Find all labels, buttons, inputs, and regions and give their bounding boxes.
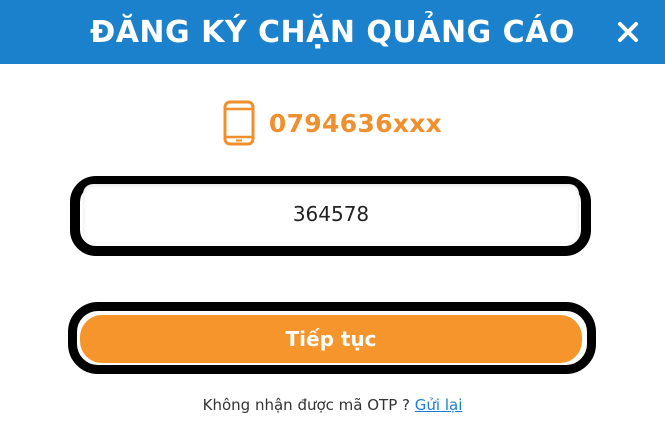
- dialog-header: ĐĂNG KÝ CHẶN QUẢNG CÁO: [0, 0, 665, 64]
- mobile-phone-icon: [223, 100, 255, 146]
- phone-number: 0794636xxx: [268, 108, 443, 138]
- continue-button[interactable]: Tiếp tục: [80, 315, 582, 363]
- resend-prompt: Không nhận được mã OTP ?: [202, 396, 410, 414]
- resend-link[interactable]: Gửi lại: [415, 396, 463, 414]
- otp-dialog: ĐĂNG KÝ CHẶN QUẢNG CÁO 0794636xxx Tiếp t…: [0, 0, 665, 433]
- resend-row: Không nhận được mã OTP ? Gửi lại: [0, 396, 665, 422]
- close-icon: [618, 22, 638, 42]
- dialog-title: ĐĂNG KÝ CHẶN QUẢNG CÁO: [90, 14, 575, 50]
- close-button[interactable]: [613, 14, 643, 50]
- phone-row: 0794636xxx: [0, 98, 665, 148]
- otp-input[interactable]: [83, 184, 579, 244]
